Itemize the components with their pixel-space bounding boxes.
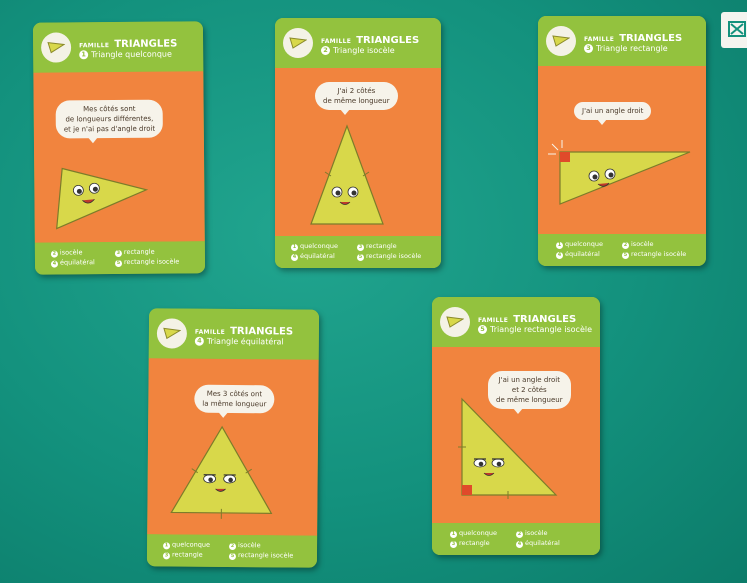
speech-bubble: J'ai 2 côtés de même longueur bbox=[315, 82, 398, 115]
card-title: 3 Triangle rectangle bbox=[584, 44, 668, 53]
option-item: 2 isocèle bbox=[50, 248, 83, 258]
card-header: FAMILLE TRIANGLES 2 Triangle isocèle bbox=[275, 18, 441, 68]
option-item: 5 rectangle isocèle bbox=[622, 250, 687, 259]
card-title: 4 Triangle équilatéral bbox=[194, 336, 284, 346]
family-label: FAMILLE TRIANGLES bbox=[321, 35, 420, 46]
card-triangle-isocele[interactable]: FAMILLE TRIANGLES 2 Triangle isocèle J'ai… bbox=[275, 18, 441, 268]
card-triangle-rectangle-isocele[interactable]: FAMILLE TRIANGLES 5 Triangle rectangle is… bbox=[432, 297, 600, 555]
card-footer: 1 quelconque 2 isocèle 4 équilatéral 5 recta… bbox=[538, 234, 706, 266]
option-item: 3 rectangle bbox=[450, 539, 490, 548]
speech-bubble: J'ai un angle droit bbox=[574, 102, 652, 125]
card-header: FAMILLE TRIANGLES 4 Triangle équilatéral bbox=[148, 308, 320, 360]
card-footer: 1 quelconque 2 isocèle 3 rectangle 4 équilat… bbox=[432, 523, 600, 555]
card-title: 1 Triangle quelconque bbox=[79, 50, 172, 60]
card-body: Mes côtés sont de longueurs différentes,… bbox=[33, 71, 205, 243]
card-header: FAMILLE TRIANGLES 3 Triangle rectangle bbox=[538, 16, 706, 66]
option-item: 2 isocèle bbox=[622, 240, 654, 249]
triangle-family-icon bbox=[156, 318, 188, 349]
box-corner bbox=[717, 12, 747, 48]
option-item: 3 rectangle bbox=[162, 550, 203, 560]
option-item: 5 rectangle isocèle bbox=[228, 551, 294, 561]
card-header: FAMILLE TRIANGLES 5 Triangle rectangle is… bbox=[432, 297, 600, 347]
triangle-rectangle-isocele-character bbox=[458, 397, 558, 499]
card-body: J'ai un angle droit bbox=[538, 66, 706, 234]
triangle-isocele-character bbox=[310, 124, 384, 225]
card-header: FAMILLE TRIANGLES 1 Triangle quelconque bbox=[32, 21, 204, 73]
option-item: 4 équilatéral bbox=[50, 258, 95, 268]
triangle-family-icon bbox=[40, 32, 72, 63]
option-item: 1 quelconque bbox=[450, 529, 497, 538]
speech-bubble: Mes côtés sont de longueurs différentes,… bbox=[55, 99, 164, 139]
card-triangle-equilateral[interactable]: FAMILLE TRIANGLES 4 Triangle équilatéral … bbox=[146, 308, 320, 568]
option-item: 4 équilatéral bbox=[291, 252, 335, 261]
card-title: 5 Triangle rectangle isocèle bbox=[478, 325, 592, 334]
triangle-rectangle-character bbox=[548, 140, 691, 205]
card-footer: 1 quelconque 2 isocèle 3 rectangle 5 rectang… bbox=[146, 534, 318, 568]
card-body: J'ai 2 côtés de même longueur bbox=[275, 68, 441, 236]
family-label: FAMILLE TRIANGLES bbox=[478, 314, 577, 325]
option-item: 1 quelconque bbox=[163, 540, 211, 550]
option-item: 3 rectangle bbox=[357, 242, 397, 251]
option-item: 4 équilatéral bbox=[516, 539, 560, 548]
card-body: J'ai un angle droit et 2 côtés de même l… bbox=[432, 347, 600, 523]
speech-bubble: Mes 3 côtés ont la même longueur bbox=[194, 384, 275, 414]
card-triangle-quelconque[interactable]: FAMILLE TRIANGLES 1 Triangle quelconque M… bbox=[32, 21, 206, 275]
card-body: Mes 3 côtés ont la même longueur bbox=[147, 358, 319, 536]
family-label: FAMILLE TRIANGLES bbox=[79, 38, 178, 51]
triangle-equilateral-character bbox=[170, 425, 273, 519]
triangle-family-icon bbox=[440, 307, 470, 337]
option-item: 4 équilatéral bbox=[556, 250, 600, 259]
family-label: FAMILLE TRIANGLES bbox=[194, 325, 294, 338]
option-item: 1 quelconque bbox=[556, 240, 603, 249]
option-item: 2 isocèle bbox=[516, 529, 548, 538]
option-item: 3 rectangle bbox=[114, 247, 155, 258]
card-footer: 1 quelconque 3 rectangle 4 équilatéral 5 rec… bbox=[275, 236, 441, 268]
option-item: 1 quelconque bbox=[291, 242, 338, 251]
option-item: 5 rectangle isocèle bbox=[357, 252, 422, 261]
option-item: 2 isocèle bbox=[229, 541, 261, 551]
card-triangle-rectangle[interactable]: FAMILLE TRIANGLES 3 Triangle rectangle J'… bbox=[538, 16, 706, 266]
family-label: FAMILLE TRIANGLES bbox=[584, 33, 683, 44]
card-title: 2 Triangle isocèle bbox=[321, 46, 395, 55]
option-item: 5 rectangle isocèle bbox=[114, 257, 180, 268]
card-footer: 2 isocèle 3 rectangle 4 équilatéral 5 rectan… bbox=[34, 241, 206, 275]
triangle-family-icon bbox=[283, 28, 313, 58]
triangle-family-icon bbox=[546, 26, 576, 56]
